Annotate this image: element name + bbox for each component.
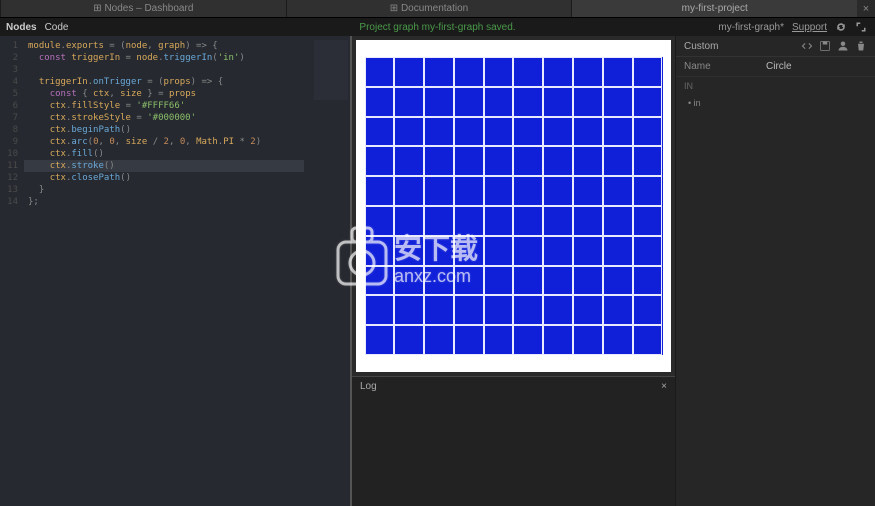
port-item[interactable]: • in xyxy=(676,95,875,111)
graph-name[interactable]: my-first-graph* xyxy=(718,22,784,33)
code-line[interactable]: triggerIn.onTrigger = (props) => { xyxy=(28,76,310,88)
name-value[interactable]: Circle xyxy=(766,61,792,72)
log-panel: Log × xyxy=(352,376,675,506)
code-line[interactable] xyxy=(28,64,310,76)
sync-icon[interactable] xyxy=(835,21,847,33)
inspector-code-icon[interactable] xyxy=(801,40,813,52)
name-label: Name xyxy=(684,61,766,72)
log-close-icon[interactable]: × xyxy=(661,381,667,392)
preview-canvas xyxy=(356,40,671,372)
minimap[interactable] xyxy=(314,40,348,100)
window-tabs: ⊞ Nodes – Dashboard⊞ Documentationmy-fir… xyxy=(0,0,875,18)
code-line[interactable]: module.exports = (node, graph) => { xyxy=(28,40,310,52)
code-editor[interactable]: 1234567891011121314 module.exports = (no… xyxy=(0,36,350,506)
mode-code[interactable]: Code xyxy=(45,22,69,33)
expand-icon[interactable] xyxy=(855,21,867,33)
inspector-user-icon[interactable] xyxy=(837,40,849,52)
code-line[interactable]: const triggerIn = node.triggerIn('in') xyxy=(28,52,310,64)
toolbar: Nodes Code Project graph my-first-graph … xyxy=(0,18,875,36)
in-section: IN xyxy=(676,77,875,95)
code-line[interactable]: ctx.beginPath() xyxy=(28,124,310,136)
window-tab[interactable]: my-first-project xyxy=(571,0,857,17)
code-line[interactable]: ctx.closePath() xyxy=(28,172,310,184)
code-line[interactable]: } xyxy=(28,184,310,196)
inspector-delete-icon[interactable] xyxy=(855,40,867,52)
mode-nodes[interactable]: Nodes xyxy=(6,22,37,33)
code-line[interactable]: ctx.strokeStyle = '#000000' xyxy=(28,112,310,124)
code-line[interactable]: ctx.fill() xyxy=(28,148,310,160)
support-link[interactable]: Support xyxy=(792,22,827,33)
code-line[interactable]: ctx.stroke() xyxy=(24,160,304,172)
code-line[interactable]: ctx.arc(0, 0, size / 2, 0, Math.PI * 2) xyxy=(28,136,310,148)
window-tab[interactable]: ⊞ Documentation xyxy=(286,0,572,17)
canvas-grid xyxy=(365,57,663,355)
code-line[interactable]: ctx.fillStyle = '#FFFF66' xyxy=(28,100,310,112)
log-title: Log xyxy=(360,381,377,392)
line-gutter: 1234567891011121314 xyxy=(0,36,24,208)
inspector-title: Custom xyxy=(684,41,718,52)
inspector-panel: Custom Name Circle IN • in xyxy=(675,36,875,506)
code-line[interactable]: }; xyxy=(28,196,310,208)
inspector-save-icon[interactable] xyxy=(819,40,831,52)
code-area[interactable]: module.exports = (node, graph) => { cons… xyxy=(28,40,310,208)
code-line[interactable]: const { ctx, size } = props xyxy=(28,88,310,100)
window-tab[interactable]: ⊞ Nodes – Dashboard xyxy=(0,0,286,17)
tab-close-icon[interactable]: × xyxy=(857,0,875,17)
